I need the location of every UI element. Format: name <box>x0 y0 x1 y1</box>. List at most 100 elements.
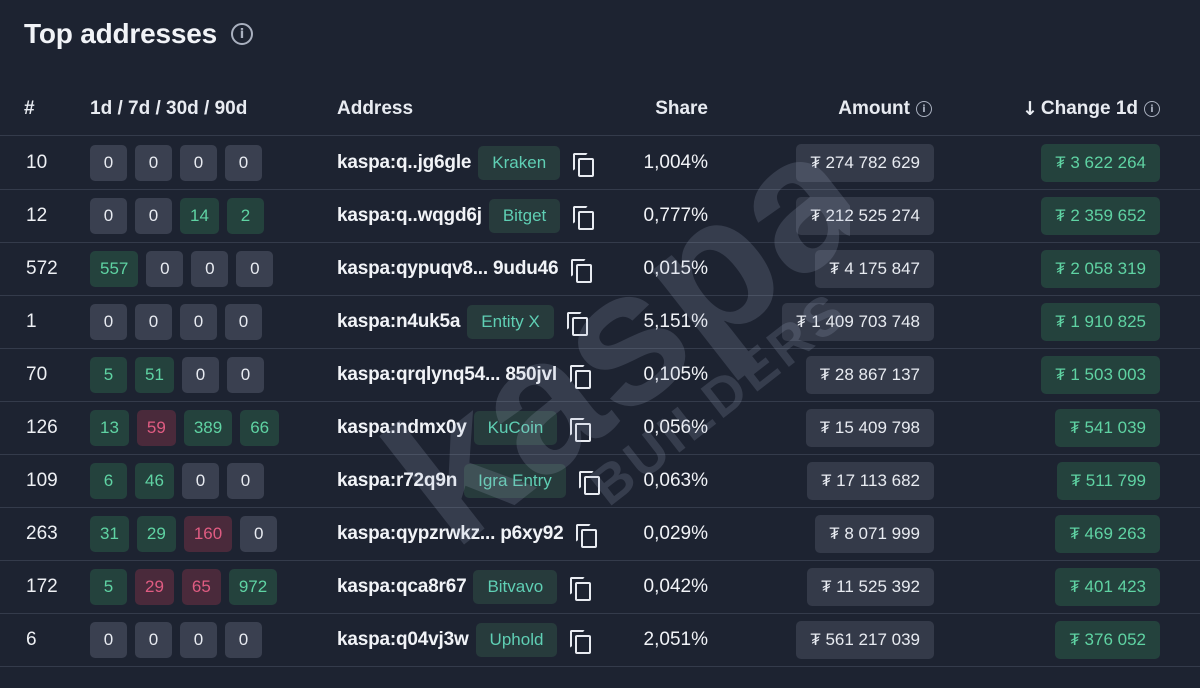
table-row[interactable]: 109 6 46 0 0 kaspa:r72q9n Igra Entry 0,063% ₮ 17… <box>0 455 1200 508</box>
column-header-amount-label: Amount <box>838 98 910 119</box>
share-cell: 0,777% <box>643 205 708 226</box>
copy-icon[interactable] <box>569 365 591 389</box>
entity-tag[interactable]: Entity X <box>467 305 554 339</box>
entity-tag[interactable]: Uphold <box>475 623 558 657</box>
amount-cell: ₮ 11 525 392 <box>807 561 934 613</box>
change-badge: ₮ 511 799 <box>1056 462 1160 500</box>
period-count-badge: 0 <box>90 198 127 234</box>
table-row[interactable]: 12 0 0 14 2 kaspa:q..wqgd6j Bitget 0,777% ₮ 212 … <box>0 190 1200 243</box>
period-count-badge: 46 <box>135 463 174 499</box>
address-cell: kaspa:q..wqgd6j Bitget <box>337 190 595 242</box>
table-row[interactable]: 572 557 0 0 0 kaspa:qypuqv8... 9udu46 0,015% ₮ … <box>0 243 1200 296</box>
entity-tag[interactable]: Igra Entry <box>464 464 566 498</box>
change-cell: ₮ 1 910 825 <box>1041 296 1160 348</box>
address-link[interactable]: kaspa:qypzrwkz... p6xy92 <box>337 523 564 545</box>
share-cell: 2,051% <box>643 629 708 650</box>
address-link[interactable]: kaspa:ndmx0y <box>337 417 467 439</box>
address-link[interactable]: kaspa:n4uk5a <box>337 311 460 333</box>
period-count-badge: 0 <box>135 145 172 181</box>
period-count-badge: 5 <box>90 357 127 393</box>
address-link[interactable]: kaspa:qrqlynq54... 850jvl <box>337 364 557 386</box>
column-header-change[interactable]: ↓ Change 1d i <box>1022 98 1160 120</box>
address-link[interactable]: kaspa:q..wqgd6j <box>337 205 482 227</box>
period-count-badge: 6 <box>90 463 127 499</box>
info-icon[interactable]: i <box>230 23 253 45</box>
column-header-share[interactable]: Share <box>655 98 708 120</box>
change-badge: ₮ 541 039 <box>1055 409 1160 447</box>
copy-icon[interactable] <box>576 524 598 548</box>
period-count-badge: 0 <box>181 463 219 499</box>
sort-desc-icon: ↓ <box>1021 98 1038 120</box>
period-count-badge: 0 <box>90 145 127 181</box>
rank-cell: 109 <box>26 470 58 491</box>
change-badge: ₮ 2 058 319 <box>1041 250 1160 288</box>
period-count-badge: 0 <box>180 622 217 658</box>
table-row[interactable]: 126 13 59 389 66 kaspa:ndmx0y KuCoin 0,056% ₮ 15… <box>0 402 1200 455</box>
share-cell: 0,029% <box>643 523 708 544</box>
period-changes: 5 29 65 972 <box>90 561 278 613</box>
address-cell: kaspa:qca8r67 Bitvavo <box>337 561 592 613</box>
table-row[interactable]: 1 0 0 0 0 kaspa:n4uk5a Entity X 5,151% ₮ 1 409 7… <box>0 296 1200 349</box>
entity-tag[interactable]: Bitvavo <box>473 570 558 604</box>
period-count-badge: 160 <box>183 516 233 552</box>
column-header-amount[interactable]: Amount i <box>838 98 932 120</box>
change-info-icon[interactable]: i <box>1144 101 1160 117</box>
table-row[interactable]: 172 5 29 65 972 kaspa:qca8r67 Bitvavo 0,042% ₮ 1… <box>0 561 1200 614</box>
period-changes: 557 0 0 0 <box>90 243 274 295</box>
change-badge: ₮ 1 910 825 <box>1041 303 1160 341</box>
period-changes: 0000 <box>90 614 262 666</box>
change-badge: ₮ 376 052 <box>1055 621 1160 659</box>
address-cell: kaspa:n4uk5a Entity X <box>337 296 588 348</box>
amount-badge: ₮ 561 217 039 <box>796 621 934 659</box>
copy-icon[interactable] <box>570 577 592 601</box>
period-count-badge: 0 <box>90 304 127 340</box>
copy-icon[interactable] <box>571 259 593 283</box>
change-cell: ₮ 541 039 <box>1055 402 1160 454</box>
address-cell: kaspa:q..jg6gle Kraken <box>337 137 595 189</box>
entity-tag[interactable]: Kraken <box>478 146 561 180</box>
change-badge: ₮ 3 622 264 <box>1041 144 1160 182</box>
table-row[interactable]: 70 5 51 0 0 kaspa:qrqlynq54... 850jvl 0,105% ₮ … <box>0 349 1200 402</box>
amount-badge: ₮ 11 525 392 <box>807 568 934 606</box>
rank-cell: 263 <box>26 523 58 544</box>
period-count-badge: 66 <box>240 410 280 446</box>
address-link[interactable]: kaspa:qca8r67 <box>337 576 467 598</box>
amount-cell: ₮ 15 409 798 <box>805 402 934 454</box>
address-cell: kaspa:qypuqv8... 9udu46 <box>337 243 593 295</box>
amount-badge: ₮ 15 409 798 <box>805 409 934 447</box>
column-header-address: Address <box>337 98 414 119</box>
column-header-rank: # <box>24 98 35 119</box>
copy-icon[interactable] <box>573 153 595 177</box>
period-count-badge: 0 <box>236 251 274 287</box>
rank-cell: 572 <box>26 258 58 279</box>
table-row[interactable]: 263 31 29 160 0 kaspa:qypzrwkz... p6xy92 0,029… <box>0 508 1200 561</box>
period-changes: 5 51 0 0 <box>90 349 264 401</box>
period-count-badge: 29 <box>135 569 174 605</box>
amount-cell: ₮ 1 409 703 748 <box>782 296 934 348</box>
amount-cell: ₮ 8 071 999 <box>815 508 934 560</box>
rank-cell: 10 <box>26 152 48 173</box>
share-cell: 0,056% <box>643 417 708 438</box>
period-count-badge: 2 <box>226 198 264 234</box>
address-link[interactable]: kaspa:q..jg6gle <box>337 152 471 174</box>
address-link[interactable]: kaspa:q04vj3w <box>337 629 469 651</box>
period-changes: 6 46 0 0 <box>90 455 264 507</box>
period-count-badge: 0 <box>181 357 219 393</box>
address-link[interactable]: kaspa:qypuqv8... 9udu46 <box>337 258 559 280</box>
entity-tag[interactable]: Bitget <box>488 199 561 233</box>
copy-icon[interactable] <box>578 471 600 495</box>
amount-badge: ₮ 274 782 629 <box>796 144 934 182</box>
share-cell: 0,063% <box>643 470 708 491</box>
amount-info-icon[interactable]: i <box>916 101 932 117</box>
table-row[interactable]: 6 0 0 0 0 kaspa:q04vj3w Uphold 2,051% ₮ 561 217 … <box>0 614 1200 667</box>
table-row[interactable]: 10 0 0 0 0 kaspa:q..jg6gle Kraken 1,004% ₮ 274 7… <box>0 137 1200 190</box>
copy-icon[interactable] <box>566 312 588 336</box>
change-cell: ₮ 3 622 264 <box>1041 137 1160 189</box>
address-cell: kaspa:r72q9n Igra Entry <box>337 455 600 507</box>
copy-icon[interactable] <box>570 418 592 442</box>
copy-icon[interactable] <box>570 630 592 654</box>
address-link[interactable]: kaspa:r72q9n <box>337 470 457 492</box>
column-header-periods: 1d / 7d / 30d / 90d <box>90 98 248 119</box>
copy-icon[interactable] <box>573 206 595 230</box>
entity-tag[interactable]: KuCoin <box>473 411 558 445</box>
